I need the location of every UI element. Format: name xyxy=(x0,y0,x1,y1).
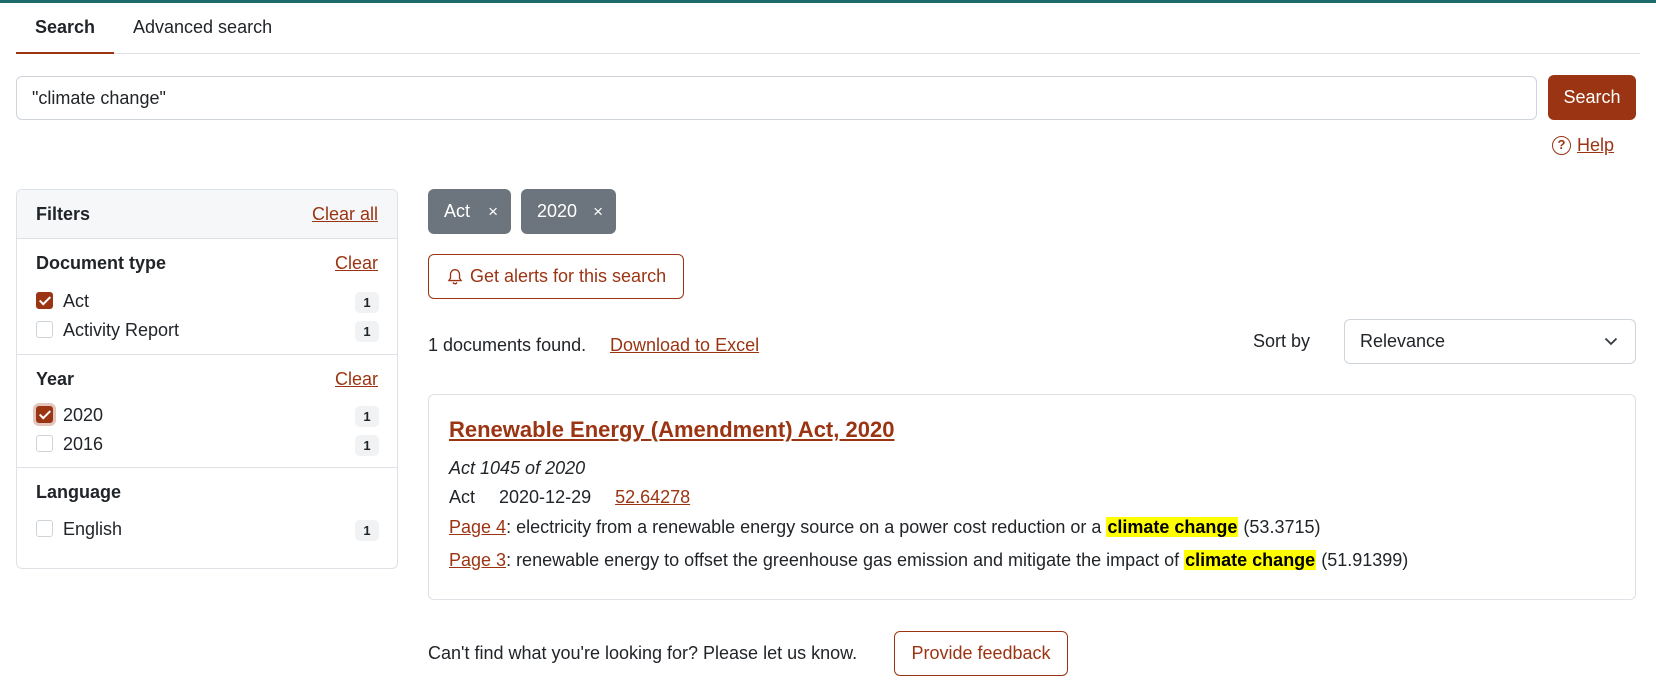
snippet-page-link[interactable]: Page 4 xyxy=(449,517,506,537)
clear-year-link[interactable]: Clear xyxy=(335,369,378,390)
checkbox[interactable] xyxy=(36,435,53,452)
checkbox-checked[interactable] xyxy=(36,292,53,309)
get-alerts-label: Get alerts for this search xyxy=(470,266,667,286)
snippet-highlight: climate change xyxy=(1184,550,1317,570)
result-score-link[interactable]: 52.64278 xyxy=(615,487,690,508)
active-filter-chip-act[interactable]: Act × xyxy=(428,189,511,234)
sort-select[interactable]: Relevance xyxy=(1344,319,1636,364)
bell-icon xyxy=(447,268,463,284)
snippet-page-link[interactable]: Page 3 xyxy=(449,550,506,570)
close-icon[interactable]: × xyxy=(488,189,498,234)
snippet-score: (51.91399) xyxy=(1316,550,1409,570)
chip-label: Act xyxy=(444,201,471,221)
filter-option-2020[interactable]: 2020 1 xyxy=(36,403,379,427)
clear-all-link[interactable]: Clear all xyxy=(312,204,378,225)
filter-section-language: Language English 1 xyxy=(17,468,397,568)
filter-option-english[interactable]: English 1 xyxy=(36,517,379,541)
filter-option-label: 2020 xyxy=(63,405,104,425)
filter-section-title: Document type xyxy=(36,253,167,273)
count-badge: 1 xyxy=(355,292,379,313)
snippet-text: : renewable energy to offset the greenho… xyxy=(506,550,1185,570)
filter-option-label: 2016 xyxy=(63,434,104,454)
snippet-text: : electricity from a renewable energy so… xyxy=(506,517,1107,537)
result-card: Renewable Energy (Amendment) Act, 2020 A… xyxy=(428,394,1636,600)
filter-section-document-type: Document type Clear Act 1 Activity Repor… xyxy=(17,239,397,355)
tab-advanced-search[interactable]: Advanced search xyxy=(114,3,294,54)
count-badge: 1 xyxy=(355,321,379,342)
result-meta: Act 2020-12-29 52.64278 xyxy=(449,487,714,508)
chevron-down-icon xyxy=(1604,337,1618,346)
search-input[interactable] xyxy=(16,76,1537,120)
download-excel-link[interactable]: Download to Excel xyxy=(610,335,759,356)
filters-header: Filters Clear all xyxy=(17,190,397,239)
checkbox[interactable] xyxy=(36,520,53,537)
search-tabs: Search Advanced search xyxy=(16,3,1640,54)
get-alerts-button[interactable]: Get alerts for this search xyxy=(428,254,684,299)
filters-panel: Filters Clear all Document type Clear Ac… xyxy=(16,189,398,569)
chip-label: 2020 xyxy=(537,201,578,221)
result-snippet: Page 4: electricity from a renewable ene… xyxy=(449,517,1320,538)
clear-document-type-link[interactable]: Clear xyxy=(335,253,378,274)
filter-option-label: English xyxy=(63,519,123,539)
result-type: Act xyxy=(449,487,476,507)
checkbox-checked[interactable] xyxy=(36,406,53,423)
sort-by-label: Sort by xyxy=(1253,331,1311,351)
filter-option-label: Act xyxy=(63,291,90,311)
close-icon[interactable]: × xyxy=(593,189,603,234)
search-button[interactable]: Search xyxy=(1548,75,1636,120)
count-badge: 1 xyxy=(355,406,379,427)
result-title-link[interactable]: Renewable Energy (Amendment) Act, 2020 xyxy=(449,417,894,443)
help-link[interactable]: ? Help xyxy=(1552,133,1614,157)
filter-option-2016[interactable]: 2016 1 xyxy=(36,432,379,456)
filters-title: Filters xyxy=(36,204,91,224)
filter-option-activity-report[interactable]: Activity Report 1 xyxy=(36,318,379,342)
filter-option-label: Activity Report xyxy=(63,320,180,340)
question-circle-icon: ? xyxy=(1552,135,1571,155)
sort-value: Relevance xyxy=(1360,331,1446,351)
snippet-highlight: climate change xyxy=(1106,517,1239,537)
result-subtitle: Act 1045 of 2020 xyxy=(449,458,586,478)
filter-section-year: Year Clear 2020 1 2016 1 xyxy=(17,355,397,468)
active-filter-chip-2020[interactable]: 2020 × xyxy=(521,189,616,234)
filter-option-act[interactable]: Act 1 xyxy=(36,289,379,313)
result-date: 2020-12-29 xyxy=(499,487,592,507)
tab-search[interactable]: Search xyxy=(16,3,114,54)
checkbox[interactable] xyxy=(36,321,53,338)
filter-section-title: Language xyxy=(36,482,122,502)
count-badge: 1 xyxy=(355,435,379,456)
feedback-prompt: Can't find what you're looking for? Plea… xyxy=(428,643,858,663)
results-count: 1 documents found. xyxy=(428,335,587,355)
count-badge: 1 xyxy=(355,520,379,541)
filter-section-title: Year xyxy=(36,369,75,389)
provide-feedback-button[interactable]: Provide feedback xyxy=(894,631,1068,676)
result-snippet: Page 3: renewable energy to offset the g… xyxy=(449,550,1408,571)
snippet-score: (53.3715) xyxy=(1238,517,1321,537)
help-label[interactable]: Help xyxy=(1577,135,1614,156)
